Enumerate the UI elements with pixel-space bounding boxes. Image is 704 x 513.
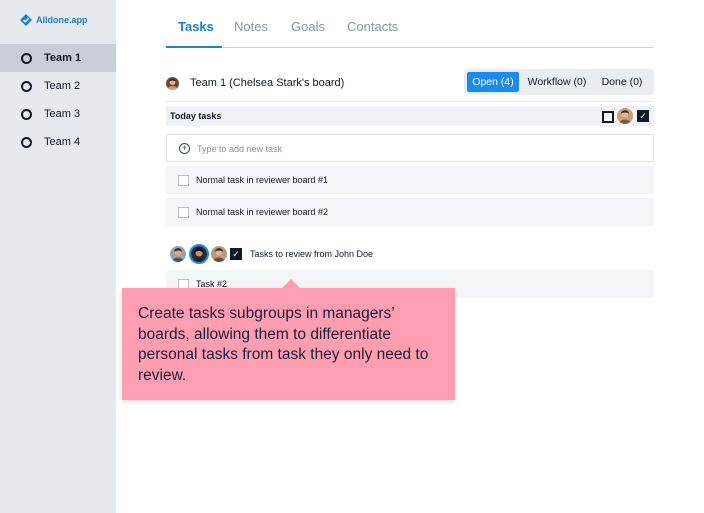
circle-icon [21,136,32,148]
sidebar-item-team-3[interactable]: Team 3 [0,100,116,128]
sidebar-item-label: Team 2 [44,80,81,92]
task-row[interactable]: Normal task in reviewer board #1 [166,166,654,194]
circle-icon [21,80,32,92]
sidebar-item-team-1[interactable]: Team 1 [0,44,116,72]
avatar[interactable] [166,77,179,90]
app-logo[interactable]: Alldone.app [20,14,88,26]
avatar[interactable] [616,107,634,125]
logo-text: Alldone.app [36,15,88,25]
sidebar-item-team-4[interactable]: Team 4 [0,128,116,156]
today-group-header: Today tasks ✓ [166,106,654,126]
plus-circle-icon: + [179,143,190,154]
logo-icon [20,14,32,26]
active-tab-indicator [166,46,222,48]
tab-notes[interactable]: Notes [234,19,268,34]
checkbox-empty-icon[interactable] [602,111,614,123]
tab-bar: Tasks Notes Goals Contacts [166,0,654,48]
task-checkbox[interactable] [178,207,189,218]
checkbox-checked-icon[interactable]: ✓ [230,248,242,260]
tab-contacts[interactable]: Contacts [347,19,398,34]
feature-tooltip: Create tasks subgroups in managers’ boar… [122,279,455,400]
filter-done-button[interactable]: Done (0) [597,72,647,92]
task-title: Normal task in reviewer board #2 [196,207,329,217]
filter-workflow-button[interactable]: Workflow (0) [523,72,591,92]
task-title: Normal task in reviewer board #1 [196,175,329,185]
tooltip-text: Create tasks subgroups in managers’ boar… [138,305,429,384]
checkbox-checked-icon[interactable]: ✓ [637,110,649,122]
sidebar-item-label: Team 1 [44,52,82,64]
sidebar-item-label: Team 4 [44,136,81,148]
sidebar: Alldone.app Team 1 Team 2 Team 3 Team 4 [0,0,116,513]
avatar[interactable] [169,245,187,263]
tooltip-arrow [282,279,300,288]
tab-goals[interactable]: Goals [291,19,325,34]
circle-icon [21,52,32,64]
status-filter: Open (4) Workflow (0) Done (0) [464,69,654,95]
tab-tasks[interactable]: Tasks [178,19,214,34]
add-task-input[interactable]: + Type to add new task [166,134,654,162]
task-checkbox[interactable] [178,175,189,186]
task-row[interactable]: Normal task in reviewer board #2 [166,198,654,226]
filter-open-button[interactable]: Open (4) [467,72,519,92]
sidebar-item-team-2[interactable]: Team 2 [0,72,116,100]
board-title: Team 1 (Chelsea Stark's board) [190,77,345,89]
circle-icon [21,108,32,120]
board-header: Team 1 (Chelsea Stark's board) Open (4) … [166,69,654,102]
sidebar-item-label: Team 3 [44,108,81,120]
group-title: Tasks to review from John Doe [250,249,374,259]
avatar[interactable] [210,245,228,263]
review-group-header: ✓ Tasks to review from John Doe [166,243,654,265]
avatar-selected[interactable] [189,244,209,264]
group-title: Today tasks [170,111,222,121]
add-task-placeholder: Type to add new task [197,144,283,154]
